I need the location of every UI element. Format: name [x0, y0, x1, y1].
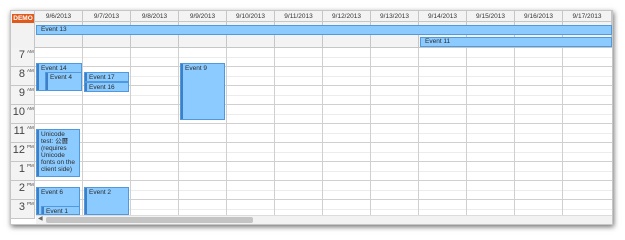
scrollbar-thumb[interactable]: [46, 217, 253, 223]
date-header-5[interactable]: 9/11/2013: [275, 11, 323, 22]
event-label: Unicode test: 公曆 (requires Unicode fonts…: [41, 131, 75, 173]
event-4[interactable]: Event 4: [45, 72, 82, 91]
grid-line: [514, 48, 515, 224]
date-header-7[interactable]: 9/13/2013: [371, 11, 419, 22]
grid-line: [130, 48, 131, 224]
date-header-3[interactable]: 9/9/2013: [179, 11, 227, 22]
date-header-1[interactable]: 9/7/2013: [83, 11, 131, 22]
grid-line: [322, 48, 323, 224]
grid-line: [562, 48, 563, 224]
hour-number: 8: [18, 68, 25, 80]
grid-line: [82, 48, 83, 224]
date-header-0[interactable]: 9/6/2013: [35, 11, 83, 22]
event-1[interactable]: Event 1: [41, 206, 80, 215]
event-duration-bar: [85, 188, 87, 214]
hour-ampm: PM: [27, 201, 34, 206]
grid-line: [35, 66, 612, 67]
event-2[interactable]: Event 2: [84, 187, 129, 215]
grid-line: [35, 133, 612, 134]
grid-line: [466, 48, 467, 224]
grid-line: [274, 48, 275, 224]
event-duration-bar: [37, 130, 39, 176]
event-duration-bar: [85, 83, 87, 91]
hour-header-10am: 10 AM: [11, 105, 35, 124]
date-header-11[interactable]: 9/17/2013: [563, 11, 612, 22]
hour-number: 11: [13, 125, 25, 137]
event-unicode[interactable]: Unicode test: 公曆 (requires Unicode fonts…: [36, 129, 80, 177]
hour-header-2pm: 2 PM: [11, 181, 35, 200]
hour-header-9am: 9 AM: [11, 86, 35, 105]
hour-ampm: AM: [27, 125, 34, 130]
hour-ampm: AM: [27, 87, 34, 92]
grid-line: [226, 48, 227, 224]
grid-line: [35, 114, 612, 115]
hour-number: 7: [18, 49, 25, 61]
event-16[interactable]: Event 16: [84, 82, 129, 92]
date-header-4[interactable]: 9/10/2013: [227, 11, 275, 22]
all-day-event-13[interactable]: Event 13: [36, 25, 612, 35]
hour-header-1pm: 1 PM: [11, 162, 35, 181]
event-duration-bar: [42, 207, 44, 214]
grid-line: [35, 123, 612, 124]
scroll-left-icon[interactable]: ◀: [38, 216, 43, 223]
event-duration-bar: [37, 188, 39, 214]
hour-ampm: PM: [27, 182, 34, 187]
event-duration-bar: [85, 73, 87, 81]
event-17[interactable]: Event 17: [84, 72, 129, 82]
event-label: Event 6: [41, 189, 64, 196]
grid-line: [35, 152, 612, 153]
all-day-event-11[interactable]: Event 11: [420, 37, 612, 47]
hour-number: 10: [12, 106, 25, 118]
event-label: Event 1: [46, 208, 69, 215]
grid-line: [35, 104, 612, 105]
hour-ampm: AM: [27, 68, 34, 73]
event-label: Event 9: [185, 65, 208, 72]
date-header-9[interactable]: 9/15/2013: [467, 11, 515, 22]
event-duration-bar: [181, 64, 183, 119]
date-header-10[interactable]: 9/16/2013: [515, 11, 563, 22]
grid-line: [35, 161, 612, 162]
hour-header-7am: 7 AM: [11, 48, 35, 67]
grid-line: [35, 171, 612, 172]
hour-number: 12: [12, 144, 25, 156]
demo-badge: DEMO: [12, 14, 34, 23]
event-9[interactable]: Event 9: [180, 63, 225, 120]
event-label: Event 2: [89, 189, 112, 196]
grid-line: [370, 48, 371, 224]
grid-line: [418, 48, 419, 224]
grid-line: [35, 57, 612, 58]
hour-header-3pm: 3 PM: [11, 200, 35, 219]
event-label: Event 17: [89, 74, 115, 81]
hour-ampm: PM: [27, 163, 34, 168]
hour-header-12pm: 12 PM: [11, 143, 35, 162]
hour-ampm: AM: [27, 49, 34, 54]
grid-line: [178, 48, 179, 224]
calendar: DEMO 9/6/2013 9/7/2013 9/8/2013 9/9/2013…: [10, 10, 613, 225]
grid-line: [35, 142, 612, 143]
grid-line: [35, 95, 612, 96]
hour-header-11am: 11 AM: [11, 124, 35, 143]
hour-ampm: AM: [27, 106, 34, 111]
date-header-8[interactable]: 9/14/2013: [419, 11, 467, 22]
hour-number: 9: [18, 87, 25, 99]
event-label: Event 14: [41, 65, 67, 72]
date-header-2[interactable]: 9/8/2013: [131, 11, 179, 22]
event-duration-bar: [37, 64, 39, 90]
date-header-6[interactable]: 9/12/2013: [323, 11, 371, 22]
event-label: Event 4: [50, 74, 73, 81]
hour-number: 3: [18, 201, 25, 213]
event-duration-bar: [46, 73, 48, 90]
hour-header-8am: 8 AM: [11, 67, 35, 86]
hour-ampm: PM: [27, 144, 34, 149]
hour-number: 1: [18, 163, 25, 175]
grid-line: [35, 180, 612, 181]
event-label: Event 16: [89, 84, 115, 91]
hour-number: 2: [18, 182, 25, 194]
